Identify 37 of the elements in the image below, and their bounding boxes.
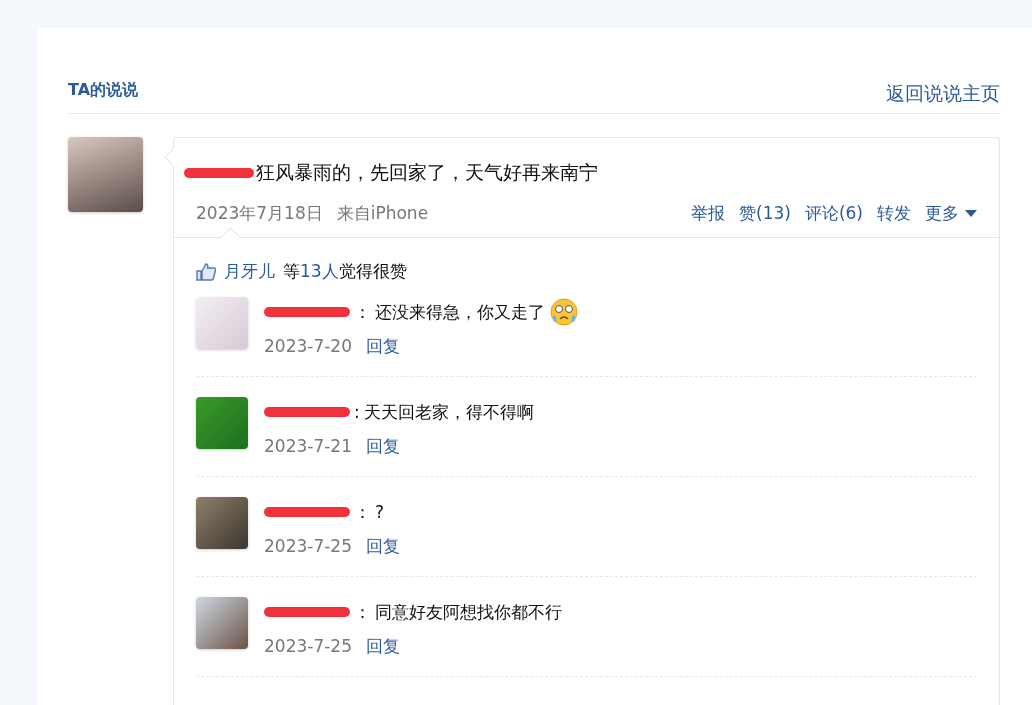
post-text: 狂风暴雨的，先回家了，天气好再来南宁 (256, 160, 598, 185)
thumbs-up-icon (196, 262, 216, 281)
liker-link[interactable]: 月牙儿 (224, 260, 275, 283)
more-link[interactable]: 更多 (925, 202, 977, 225)
back-link[interactable]: 返回说说主页 (886, 81, 1000, 107)
avatar-photo-placeholder (196, 497, 248, 549)
action-link[interactable]: 赞(13) (739, 202, 791, 225)
comment-separator: ： (354, 500, 371, 524)
action-link[interactable]: 举报 (691, 202, 725, 225)
likes-count[interactable]: 13人 (300, 261, 339, 281)
comment-separator: : (354, 402, 360, 422)
reply-link[interactable]: 回复 (366, 336, 400, 356)
avatar-photo-placeholder (196, 597, 248, 649)
comment-text: 还没来得急，你又走了 (375, 300, 545, 324)
redaction-mark (184, 168, 254, 178)
avatar-photo-placeholder (196, 297, 248, 349)
comment-date: 2023-7-21 (264, 436, 352, 456)
likes-text: 觉得很赞 (338, 261, 407, 281)
likes-prefix: 等 (283, 261, 300, 281)
reply-link[interactable]: 回复 (366, 636, 400, 656)
reply-link[interactable]: 回复 (366, 436, 400, 456)
section-title: TA的说说 (68, 80, 139, 101)
post-date: 2023年7月18日 (196, 203, 323, 223)
reply-link[interactable]: 回复 (366, 536, 400, 556)
comment-text: 同意好友阿想找你都不行 (375, 600, 562, 624)
action-link[interactable]: 转发 (877, 202, 911, 225)
caret-icon (965, 210, 977, 217)
comment-text: 天天回老家，得不得啊 (363, 400, 534, 424)
comment-date: 2023-7-20 (264, 336, 352, 356)
post-source: 来自iPhone (336, 203, 429, 223)
comment-separator: ： (354, 300, 371, 324)
comment-date: 2023-7-25 (264, 536, 352, 556)
avatar-photo-placeholder (196, 397, 248, 449)
action-link[interactable]: 评论(6) (804, 202, 863, 225)
comment-separator: ： (354, 600, 371, 624)
comment-text: ? (375, 502, 385, 522)
comment-date: 2023-7-25 (264, 636, 352, 656)
